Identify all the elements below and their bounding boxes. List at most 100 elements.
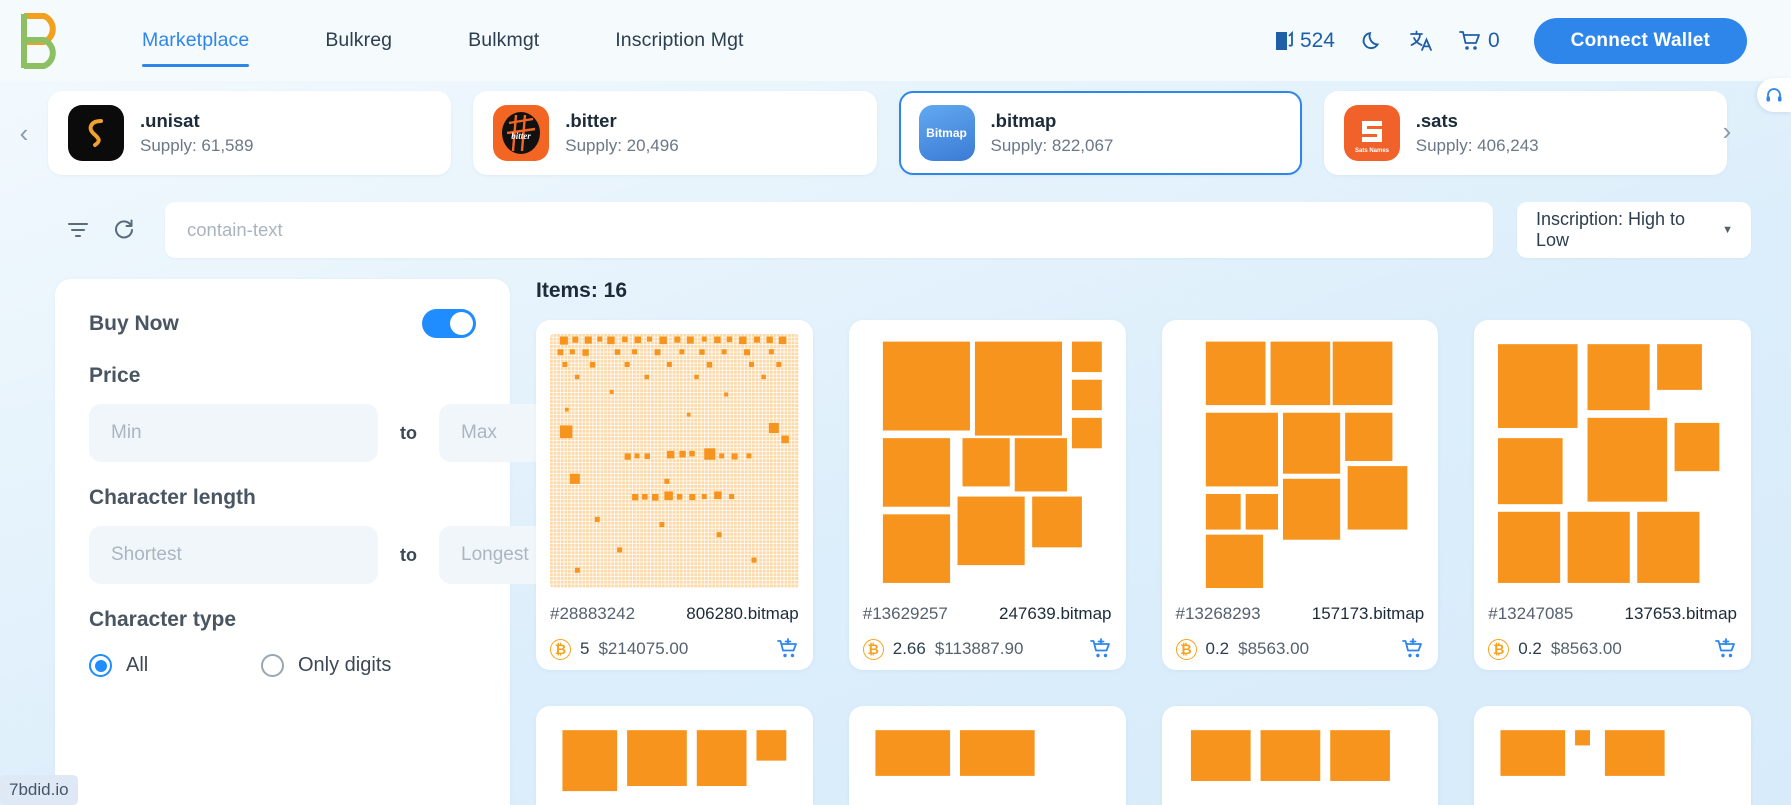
refresh-button[interactable] [101, 204, 147, 256]
bitcoin-icon: ₿ [1175, 638, 1197, 660]
collection-name: .sats [1415, 109, 1458, 131]
nav-item-inscription-mgt[interactable]: Inscription Mgt [577, 0, 781, 81]
item-card[interactable] [1474, 706, 1751, 805]
gas-fee-value: 524 [1299, 28, 1335, 52]
bitmap-art-blocks [1488, 720, 1737, 805]
filter-icon [68, 223, 88, 237]
charlen-min-input[interactable] [89, 526, 378, 584]
collection-supply: Supply: 822,067 [990, 135, 1114, 155]
item-card[interactable]: #28883242 806280.bitmap ₿ 5 $214075.00 [536, 320, 813, 670]
chartype-option-label: All [126, 654, 149, 676]
chartype-option-only-digits[interactable]: Only digits [261, 654, 433, 677]
item-inscription-id: #13629257 [862, 604, 948, 623]
item-inscription-id: #13268293 [1175, 604, 1261, 623]
bitmap-art-icon [562, 730, 787, 792]
item-price-row: ₿ 0.2 $8563.00 [1488, 638, 1737, 660]
bitmap-art-blocks [1488, 334, 1737, 588]
buy-now-toggle[interactable] [422, 309, 476, 338]
cart-count: 0 [1487, 28, 1500, 52]
nav-label: Marketplace [142, 29, 250, 51]
connect-wallet-button[interactable]: Connect Wallet [1533, 17, 1747, 64]
bitmap-art-icon [882, 341, 1102, 583]
item-inscription-id: #28883242 [550, 604, 636, 623]
main-nav: Marketplace Bulkreg Bulkmgt Inscription … [104, 0, 782, 81]
svg-text:bitter: bitter [512, 131, 532, 141]
bitmap-art-icon [1190, 730, 1390, 781]
carousel-prev-button[interactable]: ‹ [0, 89, 48, 177]
price-min-input[interactable] [89, 404, 378, 462]
character-length-range-row: to [89, 526, 728, 584]
buy-now-row: Buy Now [89, 309, 476, 338]
cart-plus-icon [1089, 638, 1110, 658]
item-meta-row: #13247085 137653.bitmap [1488, 604, 1737, 624]
moon-icon [1362, 31, 1380, 49]
bitmap-art-icon [1498, 344, 1720, 583]
nav-item-marketplace[interactable]: Marketplace [104, 0, 287, 81]
nav-label: Inscription Mgt [615, 29, 744, 51]
bitmap-art-blocks [1175, 334, 1425, 588]
bitmap-art-blocks [862, 720, 1112, 805]
collection-card-unisat[interactable]: .unisat Supply: 61,589 [48, 91, 452, 175]
gas-fee-indicator[interactable]: 524 [1275, 29, 1335, 53]
bitmap-art-blocks [550, 720, 799, 805]
item-meta-row: #13629257 247639.bitmap [863, 604, 1112, 624]
collection-supply: Supply: 61,589 [140, 135, 254, 155]
item-card[interactable]: #13247085 137653.bitmap ₿ 0.2 $8563.00 [1474, 320, 1751, 670]
search-toolbar: Inscription: High to Low ▼ [0, 179, 1791, 265]
collection-card-bitter[interactable]: bitter .bitter Supply: 20,496 [473, 91, 877, 175]
filter-toggle-button[interactable] [55, 204, 101, 256]
add-to-cart-button[interactable] [1715, 638, 1737, 660]
item-card[interactable] [1161, 706, 1439, 805]
radio-icon [89, 654, 112, 677]
bitcoin-icon: ₿ [550, 638, 571, 660]
nav-item-bulkmgt[interactable]: Bulkmgt [430, 0, 577, 81]
bitmap-art-icon [1500, 730, 1665, 776]
item-card[interactable]: #13268293 157173.bitmap ₿ 0.2 $8563.00 [1161, 320, 1439, 670]
nav-item-bulkreg[interactable]: Bulkreg [287, 0, 430, 81]
support-side-tab[interactable] [1757, 78, 1791, 112]
chartype-option-all[interactable]: All [89, 654, 261, 677]
add-to-cart-button[interactable] [776, 638, 799, 660]
collection-track: .unisat Supply: 61,589 bitter .bitter Su… [48, 91, 1791, 175]
item-meta-row: #28883242 806280.bitmap [550, 604, 799, 624]
bitmap-art-icon [550, 334, 799, 588]
item-price-btc: 2.66 [892, 639, 926, 658]
price-range-to-label: to [400, 422, 417, 443]
character-type-label: Character type [89, 608, 237, 631]
add-to-cart-button[interactable] [1402, 638, 1424, 660]
item-price-usd: $214075.00 [598, 639, 689, 658]
translate-icon [1410, 30, 1432, 51]
bdid-logo-icon [21, 12, 56, 69]
character-type-options: All Only digits [89, 654, 476, 677]
character-length-label: Character length [89, 486, 256, 509]
charlen-range-to-label: to [400, 544, 417, 565]
item-card[interactable] [536, 706, 813, 805]
buy-now-label: Buy Now [89, 311, 179, 335]
collection-card-sats[interactable]: Sats Names .sats Supply: 406,243 [1323, 91, 1727, 175]
language-switcher[interactable] [1409, 29, 1433, 52]
item-price-usd: $113887.90 [934, 639, 1024, 658]
item-card[interactable] [848, 706, 1126, 805]
bitcoin-icon: ₿ [1488, 638, 1510, 660]
item-price-usd: $8563.00 [1550, 639, 1622, 658]
unisat-logo-icon [68, 105, 124, 161]
collection-name: .bitter [565, 109, 617, 131]
bitmap-logo-text: Bitmap [926, 126, 967, 140]
bitmap-art-blocks [1175, 720, 1425, 805]
search-input[interactable] [165, 202, 1493, 258]
filter-panel: Buy Now Price to Character length to Cha… [55, 279, 728, 805]
bitcoin-icon: ₿ [862, 638, 884, 660]
collection-supply: Supply: 20,496 [565, 135, 679, 155]
nav-label: Bulkmgt [468, 29, 540, 51]
add-to-cart-button[interactable] [1089, 638, 1112, 660]
brand-logo[interactable] [0, 0, 86, 81]
items-grid: #28883242 806280.bitmap ₿ 5 $214075.00 #… [536, 320, 1751, 805]
cart-icon [1459, 30, 1480, 50]
header-actions: 524 0 Connect Wallet [1275, 17, 1747, 64]
item-card[interactable]: #13629257 247639.bitmap ₿ 2.66 $113887.9… [848, 320, 1126, 670]
dark-mode-toggle[interactable] [1361, 30, 1383, 52]
carousel-next-button[interactable]: › [1703, 87, 1751, 175]
sort-dropdown[interactable]: Inscription: High to Low ▼ [1517, 202, 1751, 258]
collection-card-bitmap[interactable]: Bitmap .bitmap Supply: 822,067 [898, 91, 1302, 175]
cart-indicator[interactable]: 0 [1459, 29, 1500, 53]
